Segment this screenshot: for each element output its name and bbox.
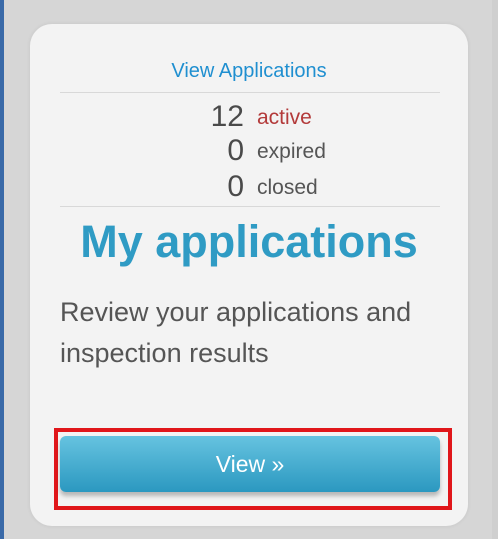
divider: [60, 92, 440, 93]
view-applications-link[interactable]: View Applications: [30, 60, 468, 83]
stat-expired: 0 expired: [30, 134, 468, 168]
card-title: My applications: [80, 216, 418, 267]
divider: [60, 206, 440, 207]
stat-count: 0: [227, 170, 244, 203]
stat-count: 12: [210, 100, 244, 133]
stat-label: active: [257, 106, 312, 129]
window-frame-left: [0, 0, 4, 539]
stat-label: closed: [257, 176, 318, 199]
stat-active: 12 active: [30, 100, 468, 134]
stat-label: expired: [257, 140, 326, 163]
applications-card: View Applications 12 active 0 expired 0 …: [30, 24, 468, 526]
card-description: Review your applications and inspection …: [60, 297, 412, 368]
stat-count: 0: [227, 134, 244, 167]
stat-closed: 0 closed: [30, 170, 468, 204]
window-frame-right: [492, 0, 498, 539]
view-button[interactable]: View »: [60, 436, 440, 492]
